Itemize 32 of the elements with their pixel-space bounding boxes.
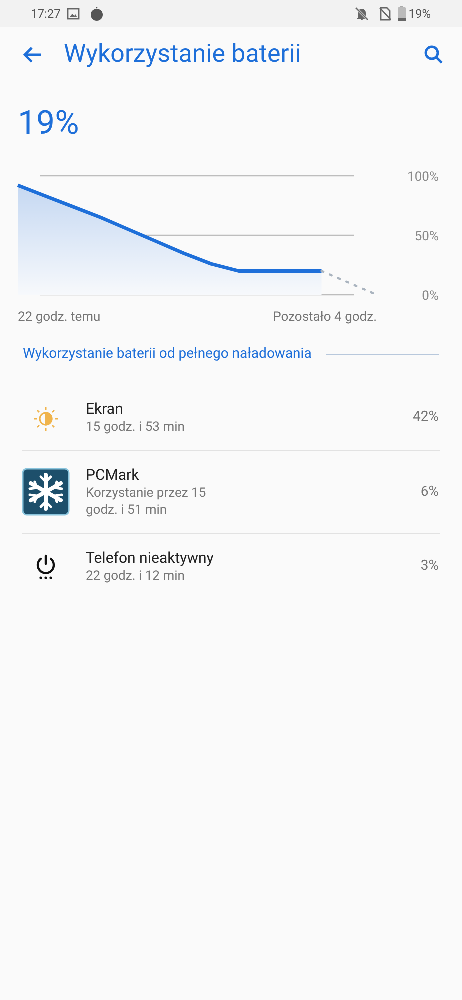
battery-level: 19% [18,104,80,144]
item-name: PCMark [86,465,140,485]
blob-icon [90,6,104,20]
brightness-icon [33,406,59,432]
y-axis-label: 50% [414,230,439,244]
item-name: Telefon nieaktywny [86,548,215,568]
item-percent: 3% [420,557,439,576]
y-axis-label: 100% [408,170,439,185]
no-sim-icon [378,6,392,20]
item-percent: 42% [413,408,439,427]
status-time: 17:27 [31,6,61,22]
image-icon [66,8,80,20]
item-name: Ekran [86,399,124,419]
battery-icon [398,6,406,21]
search-icon [424,44,444,64]
item-detail: 22 godz. i 12 min [86,568,186,585]
x-axis-label: Pozostało 4 godz. [273,310,377,325]
battery-percent: 19% [408,6,431,22]
power-icon [35,554,57,580]
usage-list-item[interactable]: PCMark Korzystanie przez 15 godz. i 51 min 6% [0,451,462,533]
item-percent: 6% [420,482,439,502]
item-detail: 15 godz. i 53 min [86,419,186,436]
usage-list-item[interactable]: Ekran 15 godz. i 53 min 42% [0,385,462,450]
page-title: Wykorzystanie baterii [64,38,302,71]
snowflake-app-icon [22,468,70,516]
back-arrow-icon [22,46,42,64]
muted-bell-icon [354,6,369,20]
y-axis-label: 0% [422,289,439,304]
item-detail: Korzystanie przez 15 godz. i 51 min [86,485,208,519]
usage-list-item[interactable]: Telefon nieaktywny 22 godz. i 12 min 3% [0,534,462,599]
section-title: Wykorzystanie baterii od pełnego naładowania [23,345,312,364]
x-axis-label: 22 godz. temu [18,310,101,325]
